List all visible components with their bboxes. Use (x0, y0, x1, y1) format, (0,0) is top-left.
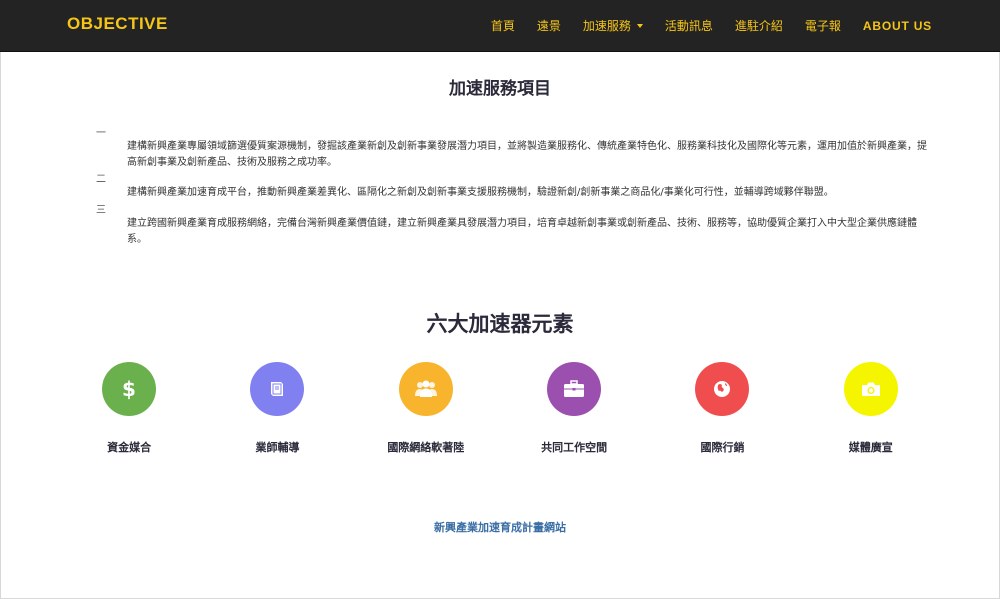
camera-icon (861, 382, 880, 396)
globe-icon (714, 381, 731, 397)
nav-events[interactable]: 活動訊息 (665, 17, 713, 34)
nav-home[interactable]: 首頁 (491, 17, 515, 34)
network-circle[interactable] (398, 362, 453, 416)
accelerators-title: 六大加速器元素 (426, 312, 574, 336)
accelerator-item: $ 資金媒合 (55, 362, 203, 455)
nav-about-us[interactable]: ABOUT US (863, 17, 932, 34)
nav-newsletter[interactable]: 電子報 (805, 17, 841, 34)
briefcase-icon (564, 380, 585, 397)
service-item-number: 一 (96, 128, 106, 139)
svg-text:$: $ (122, 378, 136, 400)
accelerator-label: 國際網絡軟著陸 (387, 441, 465, 454)
services-title: 加速服務項目 (449, 79, 551, 99)
accelerator-label: 業師輔導 (255, 441, 300, 454)
accelerator-item: 國際行銷 (648, 362, 796, 455)
accelerator-elements: $ 資金媒合 業師輔導 國際網絡軟著陸 共同工作空間 國際行銷 媒體廣宣 (55, 362, 945, 455)
nav-menu: 首頁 遠景 加速服務 活動訊息 進駐介紹 電子報 ABOUT US (469, 17, 932, 34)
book-icon (271, 382, 284, 396)
accelerator-item: 業師輔導 (203, 362, 351, 455)
mentoring-circle[interactable] (250, 362, 305, 416)
service-item-text: 建構新興產業專屬領域篩選優質案源機制，發掘該產業新創及創新事業發展潛力項目，並將… (127, 141, 927, 168)
dollar-icon: $ (122, 378, 136, 400)
accelerator-item: 共同工作空間 (500, 362, 648, 455)
service-item-number: 二 (96, 174, 106, 185)
marketing-circle[interactable] (695, 362, 750, 416)
nav-services-dropdown[interactable]: 加速服務 (583, 17, 643, 34)
accelerator-item: 媒體廣宣 (797, 362, 945, 455)
service-item-text: 建構新興產業加速育成平台，推動新興產業差異化、區隔化之新創及創新事業支援服務機制… (127, 187, 834, 198)
coworking-circle[interactable] (547, 362, 602, 416)
media-circle[interactable] (843, 362, 898, 416)
accelerator-item: 國際網絡軟著陸 (352, 362, 500, 455)
accelerator-label: 資金媒合 (107, 441, 152, 454)
funding-circle[interactable]: $ (102, 362, 157, 416)
top-navbar: OBJECTIVE 首頁 遠景 加速服務 活動訊息 進駐介紹 電子報 ABOUT… (0, 0, 1000, 52)
accelerator-label: 共同工作空間 (541, 441, 608, 454)
accelerator-label: 國際行銷 (700, 441, 745, 454)
service-item-text: 建立跨國新興產業育成服務網絡，完備台灣新興產業價值鏈，建立新興產業具發展潛力項目… (127, 218, 917, 245)
brand-logo[interactable]: OBJECTIVE (67, 14, 168, 34)
caret-down-icon (636, 23, 643, 28)
accelerator-label: 媒體廣宣 (848, 441, 893, 454)
group-icon (414, 380, 437, 397)
program-website-link[interactable]: 新興產業加速育成計畫網站 (0, 519, 1000, 535)
nav-residency[interactable]: 進駐介紹 (735, 17, 783, 34)
service-item-number: 三 (96, 205, 106, 216)
nav-vision[interactable]: 遠景 (537, 17, 561, 34)
